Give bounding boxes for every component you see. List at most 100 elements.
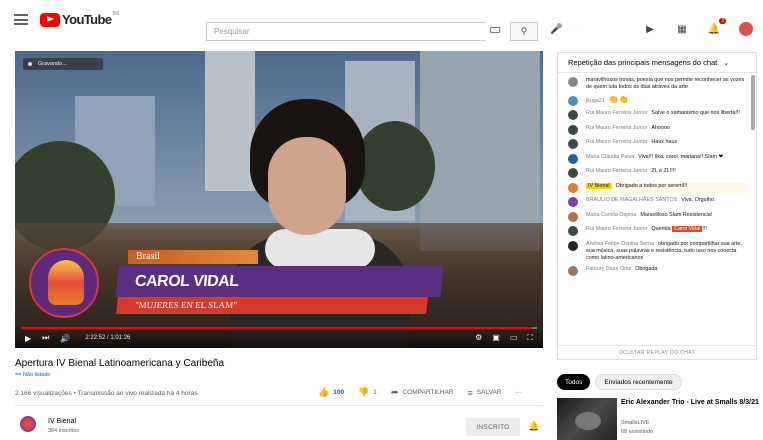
chat-author[interactable]: Rui Mauro Ferreira Junior [586, 226, 647, 232]
chat-author[interactable]: Andrea Felipe Ospina Serna [586, 241, 654, 247]
owner-badge[interactable]: IV Bienal [586, 182, 612, 189]
hide-chat-replay-button[interactable]: OCULTAR REPLAY DO CHAT [558, 345, 756, 359]
search-button[interactable]: ⚲ [510, 22, 538, 41]
user-avatar [568, 139, 578, 149]
chat-message-owner: IV Bienal Obrigado a todos por seremI!! [568, 182, 748, 193]
user-avatar [568, 197, 578, 207]
channel-avatar[interactable] [18, 414, 38, 434]
bienal-channel-icon [20, 416, 36, 432]
chat-author[interactable]: BRAULIO DE MAGALHÃES SANTOS [586, 197, 677, 203]
chat-message: Maria Cláudia Paiva Viva!!! Ilka, carol, … [568, 153, 748, 164]
keyboard-icon[interactable] [490, 27, 500, 33]
user-avatar [568, 95, 578, 106]
chat-text: Ahoooo [651, 124, 671, 131]
video-player[interactable]: Gravando... Brasil CAROL VIDAL "MUJERES … [15, 51, 543, 348]
chat-message: Maria Camila Ospina Maravilloso Slam Resi… [568, 211, 748, 222]
chat-message: maravilhosos trovas, poesia que nos perm… [568, 77, 748, 91]
channel-name[interactable]: IV Bienal [48, 418, 76, 425]
channel-owner-avatar [568, 182, 578, 193]
chat-text: Querida [651, 226, 671, 232]
user-avatar [568, 240, 578, 251]
playlist-add-icon: ≡ [467, 387, 473, 398]
chip-recent[interactable]: Enviados recentemente [595, 374, 682, 390]
chat-message: BRAULIO DE MAGALHÃES SANTOS Viva. Orgulho… [568, 197, 748, 207]
more-icon: ··· [515, 389, 522, 396]
chat-message: Rui Mauro Ferreira Junior Querida Carol V… [568, 226, 748, 236]
logo-region: BR [112, 10, 120, 17]
volume-icon[interactable]: 🔊 [60, 334, 70, 343]
recommended-channel[interactable]: SmallsLIVE [621, 420, 649, 426]
settings-gear-icon[interactable]: ⚙ [475, 333, 482, 343]
play-icon[interactable]: ▶ [25, 334, 31, 343]
chat-text: Viva. Orgulho. [681, 197, 716, 203]
next-icon[interactable]: ⏭ [42, 333, 49, 343]
search-input[interactable]: Pesquisar [206, 22, 486, 41]
recording-indicator: Gravando... [23, 58, 103, 70]
user-avatar [568, 266, 578, 276]
youtube-logo[interactable]: YouTube BR [40, 10, 120, 27]
like-count: 100 [333, 389, 345, 396]
chat-author[interactable]: Maria Camila Ospina [586, 212, 636, 218]
theater-mode-icon[interactable]: ▭ [510, 333, 518, 343]
chat-scrollbar[interactable] [751, 75, 755, 130]
fullscreen-icon[interactable]: ⛶ [527, 333, 533, 343]
chevron-down-icon: ⌄ [723, 59, 730, 67]
notifications-badge: 3 [719, 18, 726, 24]
youtube-play-icon [40, 12, 60, 27]
chat-mention-highlight: Carol Vidal [672, 226, 703, 232]
notifications-bell-icon[interactable]: 🔔 3 [707, 18, 726, 36]
user-avatar [568, 226, 578, 236]
chat-text-tail: !!! [702, 226, 707, 232]
create-video-icon[interactable]: ▶ [643, 22, 657, 36]
miniplayer-icon[interactable]: ▣ [492, 333, 500, 343]
chat-author[interactable]: Maria Cláudia Paiva [586, 154, 634, 160]
time-display: 2:22:52 / 1:01:26 [85, 335, 131, 341]
chat-text: Haux haux [651, 139, 678, 145]
chat-author[interactable]: Rui Mauro Ferreira Junior [586, 110, 647, 116]
subscribed-button[interactable]: INSCRITO [466, 418, 520, 436]
chat-mode-label: Repetição das principais mensagens do ch… [568, 58, 718, 67]
like-button[interactable]: 👍 100 [318, 387, 344, 398]
user-avatar [568, 124, 578, 135]
recommended-thumbnail[interactable] [557, 398, 617, 440]
share-button[interactable]: ➦ COMPARTILHAR [391, 387, 454, 398]
live-chat-replay: Repetição das principais mensagens do ch… [557, 52, 757, 360]
account-avatar[interactable] [739, 22, 753, 36]
menu-icon[interactable] [14, 14, 28, 25]
user-avatar [568, 211, 578, 222]
drum-shape [575, 412, 601, 430]
save-button[interactable]: ≡ SALVAR [468, 388, 502, 398]
thumbs-up-icon: 👍 [318, 387, 330, 397]
chat-author[interactable]: jkuga21 [586, 98, 605, 104]
mic-icon[interactable]: 🎤 [550, 24, 562, 35]
recommended-title[interactable]: Eric Alexander Trio - Live at Smalls 8/3… [621, 398, 761, 407]
chat-text: Viva!!! Ilka, carol, mariana!! Slam ❤ [638, 153, 723, 160]
search-icon: ⚲ [520, 26, 528, 36]
divider [15, 405, 543, 406]
chat-text: 👏👏 [608, 94, 629, 104]
apps-grid-icon[interactable]: ▦ [675, 22, 689, 36]
chat-message: Rui Mauro Ferreira Junior Haux haux [568, 139, 748, 149]
dislike-count: 1 [373, 389, 377, 396]
chat-message: Andrea Felipe Ospina Serna obrigado por c… [568, 240, 748, 262]
recording-label: Gravando... [38, 61, 67, 67]
logo-text: YouTube [62, 12, 112, 27]
chat-text: maravilhosos trovas, poesia que nos perm… [586, 77, 745, 90]
chat-author[interactable]: Rui Mauro Ferreira Junior [586, 168, 647, 174]
share-label: COMPARTILHAR [402, 389, 454, 396]
share-arrow-icon: ➦ [390, 387, 399, 397]
chip-all[interactable]: Todos [557, 374, 591, 390]
more-actions-button[interactable]: ··· [515, 389, 522, 396]
chat-message: Rui Mauro Ferreira Junior Salve o xamanis… [568, 110, 748, 120]
chat-author[interactable]: Rui Mauro Ferreira Junior [586, 125, 647, 131]
chat-header[interactable]: Repetição das principais mensagens do ch… [558, 53, 756, 73]
chat-author[interactable]: Fatoury Daza Ortiz [586, 266, 631, 272]
subtitle-tag: "MUJERES EN EL SLAM" [116, 297, 428, 314]
channel-bell-icon[interactable]: 🔔 [528, 421, 539, 432]
recommended-watching: 68 assistindo [621, 429, 654, 435]
dislike-button[interactable]: 👎 1 [358, 387, 377, 398]
user-avatar [568, 77, 578, 87]
chat-message: Rui Mauro Ferreira Junior Ahoooo [568, 124, 748, 135]
chat-author[interactable]: Rui Mauro Ferreira Junior [586, 139, 647, 145]
hand-logo-icon [48, 260, 84, 305]
